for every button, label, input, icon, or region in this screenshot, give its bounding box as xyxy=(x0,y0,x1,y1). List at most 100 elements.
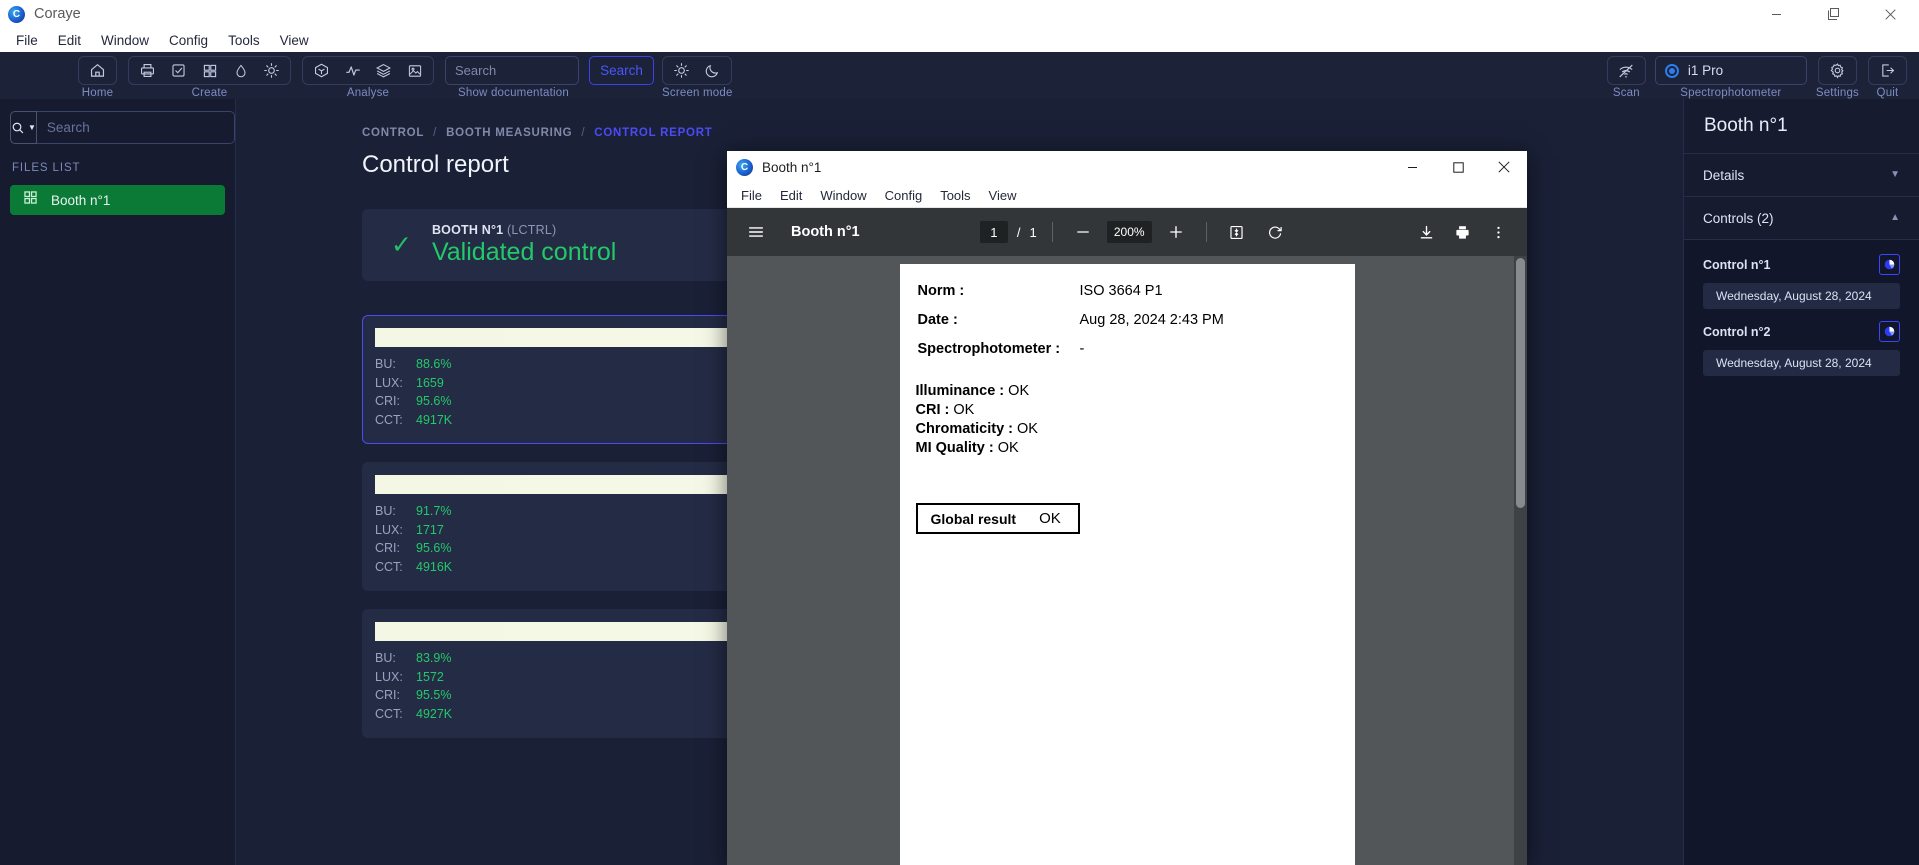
pdf-check-value: OK xyxy=(1008,383,1030,399)
measurement-value-cri: 95.5% xyxy=(416,688,452,702)
toolbar-divider xyxy=(1205,222,1207,242)
ribbon-group-home: Home xyxy=(78,56,117,99)
measurement-value-bu: 91.7% xyxy=(416,504,452,518)
menu-window[interactable]: Window xyxy=(91,31,159,50)
pdf-zoom-level[interactable]: 200% xyxy=(1106,221,1152,243)
pdf-menu-window[interactable]: Window xyxy=(811,186,875,205)
grid-icon[interactable] xyxy=(194,57,225,84)
chevron-up-icon: ▲ xyxy=(1890,212,1900,223)
sidebar-search-input[interactable] xyxy=(36,111,235,144)
layers-icon[interactable] xyxy=(368,57,399,84)
pdf-menu-file[interactable]: File xyxy=(732,186,771,205)
pdf-close-button[interactable] xyxy=(1481,151,1527,183)
pdf-header-row-norm: Norm : ISO 3664 P1 xyxy=(918,283,1327,310)
measurement-key: CCT: xyxy=(375,706,403,721)
measurement-value-lux: 1572 xyxy=(416,669,444,684)
spectrophotometer-selector[interactable]: i1 Pro xyxy=(1654,56,1807,85)
exit-icon[interactable] xyxy=(1872,57,1903,84)
scan-off-icon[interactable] xyxy=(1611,57,1642,84)
pdf-scrollbar-thumb[interactable] xyxy=(1516,258,1525,508)
measurement-key: CRI: xyxy=(375,688,400,702)
home-icon[interactable] xyxy=(82,57,113,84)
pdf-viewport[interactable]: Norm : ISO 3664 P1 Date : Aug 28, 2024 2… xyxy=(727,256,1527,865)
measurement-key: CRI: xyxy=(375,394,400,408)
os-titlebar: C Coraye xyxy=(0,0,1919,28)
pdf-check-label: CRI : xyxy=(915,402,950,418)
right-panel-title: Booth n°1 xyxy=(1704,115,1788,136)
pdf-page-zoom-controls: / 1 200% xyxy=(860,217,1411,247)
dark-mode-moon-icon[interactable] xyxy=(697,57,728,84)
control-name-1: Control n°1 xyxy=(1703,257,1771,272)
measurement-value-lux: 1717 xyxy=(416,522,444,537)
light-mode-sun-icon[interactable] xyxy=(666,57,697,84)
measurement-key: LUX: xyxy=(375,669,403,684)
breadcrumb-item-control-report[interactable]: CONTROL REPORT xyxy=(594,127,712,139)
hamburger-icon[interactable] xyxy=(741,217,771,247)
right-panel-section-controls[interactable]: Controls (2) ▲ xyxy=(1684,197,1919,240)
measurement-value-cct: 4917K xyxy=(416,412,453,427)
ribbon-label-scan: Scan xyxy=(1612,87,1640,99)
cube-icon[interactable] xyxy=(306,57,337,84)
print-icon[interactable] xyxy=(1447,217,1477,247)
waveform-icon[interactable] xyxy=(337,57,368,84)
right-panel-section-details[interactable]: Details ▼ xyxy=(1684,154,1919,197)
menu-edit[interactable]: Edit xyxy=(48,31,91,50)
measurement-value-cri: 95.6% xyxy=(416,394,452,408)
file-list-item-booth-1[interactable]: Booth n°1 xyxy=(10,185,225,215)
sun-icon[interactable] xyxy=(256,57,287,84)
documentation-search-input[interactable] xyxy=(445,56,579,85)
more-vertical-icon[interactable] xyxy=(1483,217,1513,247)
search-button[interactable]: Search xyxy=(589,56,654,85)
pdf-menu-config[interactable]: Config xyxy=(876,186,932,205)
zoom-in-icon[interactable] xyxy=(1161,217,1191,247)
menu-config[interactable]: Config xyxy=(159,31,218,50)
pdf-header-row-date: Date : Aug 28, 2024 2:43 PM xyxy=(918,312,1327,339)
measurement-value-lux: 1659 xyxy=(416,375,444,390)
pie-chart-icon[interactable] xyxy=(1879,254,1900,275)
control-row: Control n°1 xyxy=(1703,254,1900,275)
zoom-out-icon[interactable] xyxy=(1068,217,1098,247)
fit-page-icon[interactable] xyxy=(1222,217,1252,247)
measurement-key: BU: xyxy=(375,504,396,518)
ribbon-group-screen-mode: Screen mode xyxy=(662,56,733,99)
download-icon[interactable] xyxy=(1411,217,1441,247)
pdf-menu-edit[interactable]: Edit xyxy=(771,186,811,205)
ribbon-label-quit: Quit xyxy=(1876,87,1899,99)
maximize-button[interactable] xyxy=(1805,0,1862,28)
rotate-icon[interactable] xyxy=(1261,217,1291,247)
ribbon-label-create: Create xyxy=(191,87,228,99)
breadcrumb-item-control[interactable]: CONTROL xyxy=(362,127,424,139)
checkbox-icon[interactable] xyxy=(163,57,194,84)
print-icon[interactable] xyxy=(132,57,163,84)
pdf-check-label: Chromaticity : xyxy=(915,421,1014,437)
pdf-menu-tools[interactable]: Tools xyxy=(931,186,979,205)
ribbon-label-analyse: Analyse xyxy=(346,87,390,99)
menu-view[interactable]: View xyxy=(270,31,319,50)
search-filter-button[interactable]: ▼ xyxy=(10,111,37,144)
sidebar-search: ▼ xyxy=(10,111,235,144)
pdf-menu-view[interactable]: View xyxy=(980,186,1026,205)
pdf-check-mi-quality: MI Quality : OK xyxy=(916,440,1329,456)
pdf-check-cri: CRI : OK xyxy=(916,402,1329,418)
ribbon-label-settings: Settings xyxy=(1815,87,1859,99)
pdf-page-number-input[interactable] xyxy=(979,221,1008,243)
pdf-value-norm: ISO 3664 P1 xyxy=(1079,283,1163,299)
control-row: Control n°2 xyxy=(1703,321,1900,342)
image-icon[interactable] xyxy=(399,57,430,84)
measurement-key: CCT: xyxy=(375,412,403,427)
close-button[interactable] xyxy=(1862,0,1919,28)
minimize-button[interactable] xyxy=(1748,0,1805,28)
ribbon-label-screen-mode: Screen mode xyxy=(662,87,733,99)
pdf-global-result-box: Global result OK xyxy=(915,503,1080,534)
menu-tools[interactable]: Tools xyxy=(218,31,270,50)
gear-icon[interactable] xyxy=(1822,57,1853,84)
pdf-window-controls xyxy=(1389,151,1527,183)
pdf-scrollbar[interactable] xyxy=(1514,256,1527,865)
menu-file[interactable]: File xyxy=(6,31,48,50)
breadcrumb-item-booth-measuring[interactable]: BOOTH MEASURING xyxy=(446,127,572,139)
pdf-maximize-button[interactable] xyxy=(1435,151,1481,183)
pie-chart-icon[interactable] xyxy=(1879,321,1900,342)
droplet-icon[interactable] xyxy=(225,57,256,84)
pdf-value-spectrophotometer: - xyxy=(1079,341,1085,357)
pdf-minimize-button[interactable] xyxy=(1389,151,1435,183)
